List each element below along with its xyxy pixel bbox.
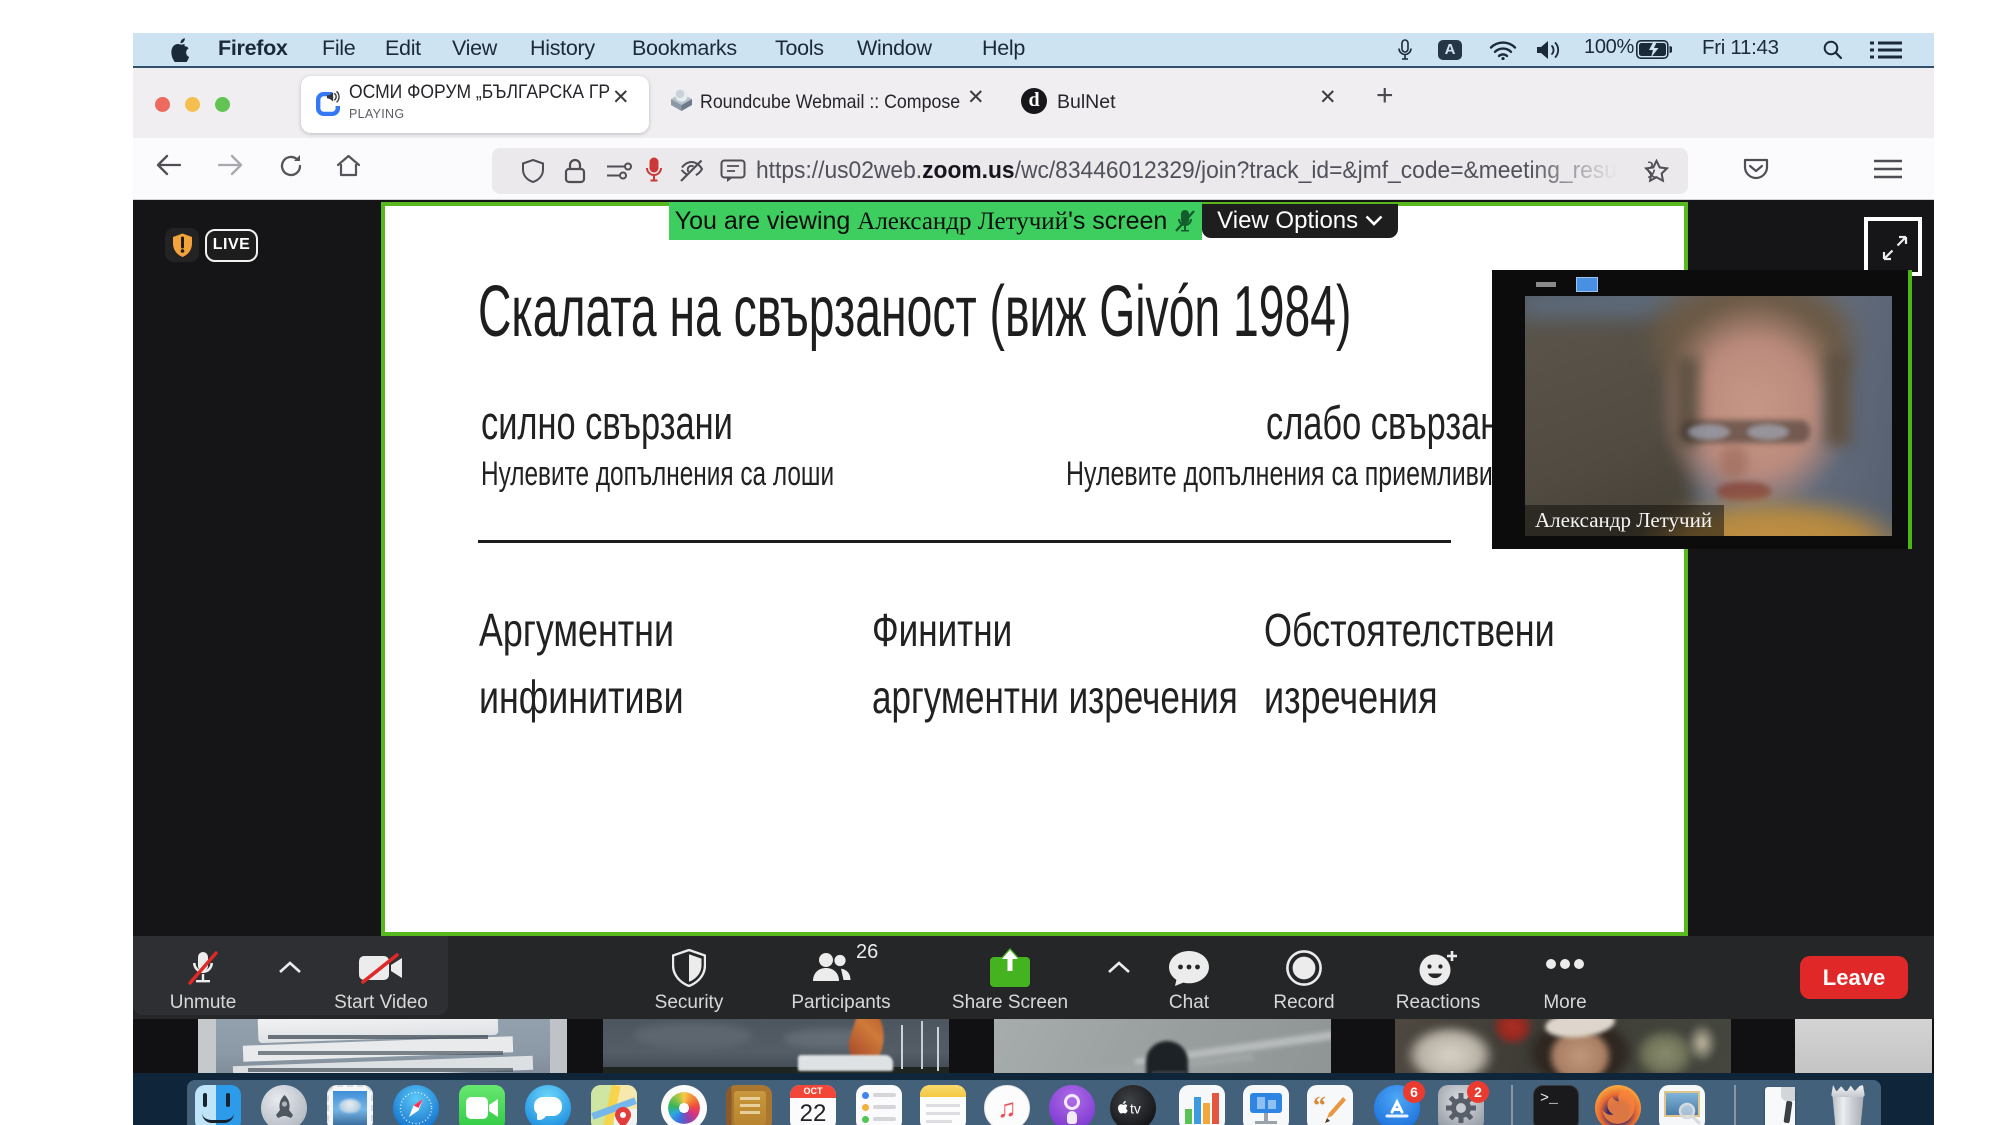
svg-text:tv: tv — [1130, 1101, 1141, 1117]
